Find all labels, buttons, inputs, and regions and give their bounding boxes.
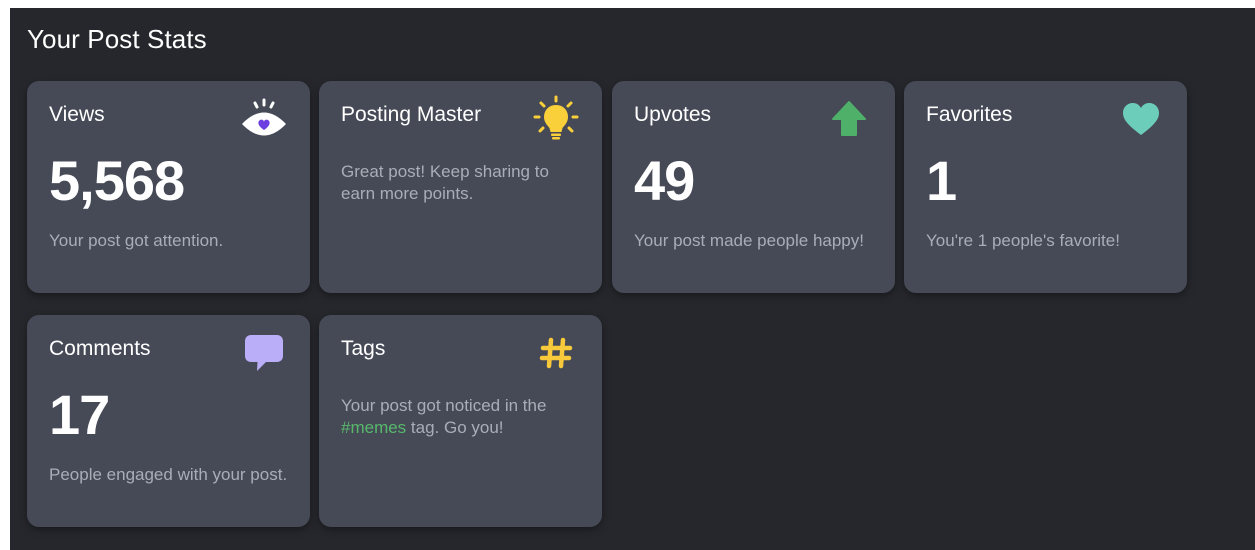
tags-description-suffix: tag. Go you! bbox=[406, 418, 504, 437]
panel-title: Your Post Stats bbox=[27, 24, 207, 54]
up-arrow-icon bbox=[825, 95, 873, 143]
upvotes-description: Your post made people happy! bbox=[634, 231, 864, 250]
upvotes-card: Upvotes 49 Your post made people happy! bbox=[612, 81, 895, 293]
posting-master-description: Great post! Keep sharing to earn more po… bbox=[341, 162, 549, 203]
favorites-card: Favorites 1 You're 1 people's favorite! bbox=[904, 81, 1187, 293]
eye-icon bbox=[240, 95, 288, 143]
post-stats-panel: Your Post Stats Views 5,568 Your post go… bbox=[10, 8, 1255, 550]
upvotes-value: 49 bbox=[634, 149, 695, 212]
posting-master-card-title: Posting Master bbox=[341, 103, 482, 126]
comments-card-title: Comments bbox=[49, 337, 151, 360]
tags-card-title: Tags bbox=[341, 337, 386, 360]
posting-master-card: Posting Master Great post! Keep sharing … bbox=[319, 81, 602, 293]
views-card: Views 5,568 Your post got attention. bbox=[27, 81, 310, 293]
hashtag-icon bbox=[532, 329, 580, 377]
memes-tag-link[interactable]: #memes bbox=[341, 418, 406, 437]
favorites-card-title: Favorites bbox=[926, 103, 1013, 126]
comments-value: 17 bbox=[49, 383, 110, 446]
views-description: Your post got attention. bbox=[49, 231, 224, 250]
comments-description: People engaged with your post. bbox=[49, 465, 288, 484]
speech-bubble-icon bbox=[240, 329, 288, 377]
upvotes-card-title: Upvotes bbox=[634, 103, 712, 126]
comments-card: Comments 17 People engaged with your pos… bbox=[27, 315, 310, 527]
lightbulb-icon bbox=[532, 95, 580, 143]
tags-description: Your post got noticed in the #memes tag.… bbox=[341, 395, 586, 439]
views-value: 5,568 bbox=[49, 149, 185, 212]
favorites-value: 1 bbox=[926, 149, 957, 212]
heart-icon bbox=[1117, 95, 1165, 143]
views-card-title: Views bbox=[49, 103, 105, 126]
favorites-description: You're 1 people's favorite! bbox=[926, 231, 1120, 250]
tags-description-prefix: Your post got noticed in the bbox=[341, 396, 547, 415]
tags-card: Tags Your post got noticed in the #memes… bbox=[319, 315, 602, 527]
